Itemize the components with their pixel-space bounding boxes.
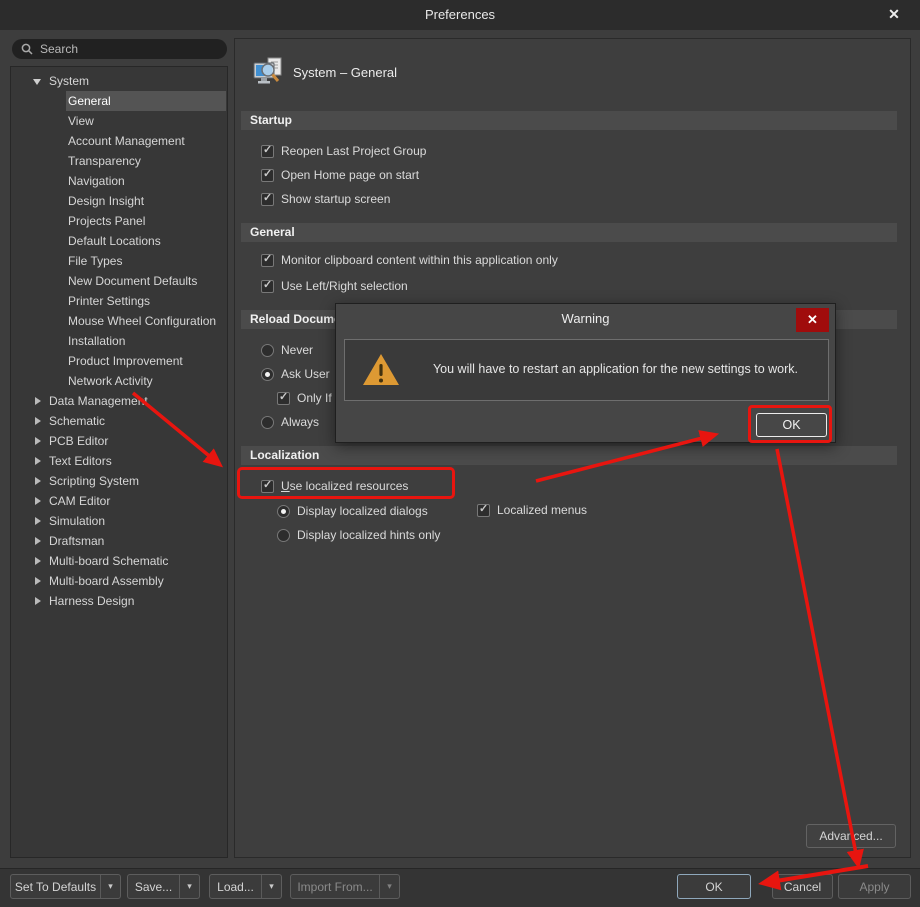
load-button[interactable]: Load... ▾ — [209, 874, 282, 899]
settings-panel: System – General Startup ✓ Reopen Last P… — [234, 38, 911, 858]
collapsed-icon[interactable] — [35, 557, 41, 565]
checkbox-monitor-clipboard[interactable]: ✓ Monitor clipboard content within this … — [261, 252, 558, 268]
checkbox-checked-icon: ✓ — [261, 193, 274, 206]
tree-item-network-activity[interactable]: Network Activity — [11, 371, 227, 391]
checkbox-checked-icon: ✓ — [277, 392, 290, 405]
radio-display-localized-dialogs[interactable]: Display localized dialogs — [277, 503, 428, 519]
system-general-icon — [251, 55, 285, 89]
tree-item-file-types[interactable]: File Types — [11, 251, 227, 271]
checkbox-checked-icon: ✓ — [261, 254, 274, 267]
titlebar: Preferences ✕ — [0, 0, 920, 30]
import-from-button: Import From... ▾ — [290, 874, 400, 899]
tree-item-text-editors[interactable]: Text Editors — [11, 451, 227, 471]
checkbox-open-home-page[interactable]: ✓ Open Home page on start — [261, 167, 419, 183]
tree-item-scripting-system[interactable]: Scripting System — [11, 471, 227, 491]
warning-dialog: Warning ✕ You will have to restart an ap… — [335, 303, 836, 443]
tree-item-view[interactable]: View — [11, 111, 227, 131]
tree-item-data-management[interactable]: Data Management — [11, 391, 227, 411]
tree-item-draftsman[interactable]: Draftsman — [11, 531, 227, 551]
ok-button[interactable]: OK — [677, 874, 751, 899]
tree-item-schematic[interactable]: Schematic — [11, 411, 227, 431]
tree-item-cam-editor[interactable]: CAM Editor — [11, 491, 227, 511]
collapsed-icon[interactable] — [35, 457, 41, 465]
collapsed-icon[interactable] — [35, 437, 41, 445]
collapsed-icon[interactable] — [35, 537, 41, 545]
tree-item-multi-board-schematic[interactable]: Multi-board Schematic — [11, 551, 227, 571]
tree-item-multi-board-assembly[interactable]: Multi-board Assembly — [11, 571, 227, 591]
chevron-down-icon[interactable]: ▾ — [179, 875, 199, 898]
collapsed-icon[interactable] — [35, 397, 41, 405]
warning-message-box: You will have to restart an application … — [344, 339, 829, 401]
radio-never[interactable]: Never — [261, 342, 313, 358]
page-title: System – General — [293, 65, 397, 80]
tree-item-general[interactable]: General — [11, 91, 227, 111]
collapsed-icon[interactable] — [35, 517, 41, 525]
tree-item-simulation[interactable]: Simulation — [11, 511, 227, 531]
checkbox-checked-icon: ✓ — [261, 480, 274, 493]
tree-item-default-locations[interactable]: Default Locations — [11, 231, 227, 251]
apply-button: Apply — [838, 874, 911, 899]
collapsed-icon[interactable] — [35, 497, 41, 505]
tree-item-mouse-wheel-configuration[interactable]: Mouse Wheel Configuration — [11, 311, 227, 331]
tree-item-installation[interactable]: Installation — [11, 331, 227, 351]
collapsed-icon[interactable] — [35, 477, 41, 485]
checkbox-checked-icon: ✓ — [261, 145, 274, 158]
tree-item-navigation[interactable]: Navigation — [11, 171, 227, 191]
radio-display-localized-hints-only[interactable]: Display localized hints only — [277, 527, 440, 543]
tree-item-pcb-editor[interactable]: PCB Editor — [11, 431, 227, 451]
checkbox-checked-icon: ✓ — [261, 280, 274, 293]
section-header-general: General — [241, 223, 897, 242]
checkbox-reopen-last-project-group[interactable]: ✓ Reopen Last Project Group — [261, 143, 426, 159]
tree-item-printer-settings[interactable]: Printer Settings — [11, 291, 227, 311]
tree-item-account-management[interactable]: Account Management — [11, 131, 227, 151]
search-icon — [21, 43, 33, 55]
tree-item-transparency[interactable]: Transparency — [11, 151, 227, 171]
checkbox-only-if-document[interactable]: ✓ Only If D — [277, 390, 344, 406]
section-header-startup: Startup — [241, 111, 897, 130]
tree-item-projects-panel[interactable]: Projects Panel — [11, 211, 227, 231]
radio-on-icon — [277, 505, 290, 518]
radio-off-icon — [261, 344, 274, 357]
checkbox-checked-icon: ✓ — [477, 504, 490, 517]
search-placeholder: Search — [40, 42, 78, 56]
checkbox-use-localized-resources[interactable]: ✓ Use localized resources — [261, 478, 408, 494]
checkbox-checked-icon: ✓ — [261, 169, 274, 182]
warning-close-icon[interactable]: ✕ — [796, 308, 829, 332]
checkbox-localized-menus[interactable]: ✓ Localized menus — [477, 502, 587, 518]
warning-icon — [361, 352, 401, 388]
advanced-button[interactable]: Advanced... — [806, 824, 896, 848]
preferences-tree: System General View Account Management T… — [10, 66, 228, 858]
section-header-localization: Localization — [241, 446, 897, 465]
tree-item-product-improvement[interactable]: Product Improvement — [11, 351, 227, 371]
tree-item-new-document-defaults[interactable]: New Document Defaults — [11, 271, 227, 291]
warning-ok-button[interactable]: OK — [756, 413, 827, 437]
chevron-down-icon[interactable]: ▾ — [261, 875, 281, 898]
chevron-down-icon[interactable]: ▾ — [100, 875, 120, 898]
search-input[interactable]: Search — [12, 39, 227, 59]
tree-item-design-insight[interactable]: Design Insight — [11, 191, 227, 211]
close-icon[interactable]: ✕ — [884, 4, 904, 24]
cancel-button[interactable]: Cancel — [772, 874, 833, 899]
save-button[interactable]: Save... ▾ — [127, 874, 200, 899]
radio-on-icon — [261, 368, 274, 381]
collapsed-icon[interactable] — [35, 577, 41, 585]
radio-ask-user[interactable]: Ask User — [261, 366, 330, 382]
checkbox-show-startup-screen[interactable]: ✓ Show startup screen — [261, 191, 390, 207]
tree-item-system[interactable]: System — [11, 71, 227, 91]
collapsed-icon[interactable] — [35, 597, 41, 605]
checkbox-use-left-right-selection[interactable]: ✓ Use Left/Right selection — [261, 278, 408, 294]
window-title: Preferences — [0, 7, 920, 22]
footer-bar: Set To Defaults ▾ Save... ▾ Load... ▾ Im… — [0, 868, 920, 907]
tree-item-harness-design[interactable]: Harness Design — [11, 591, 227, 611]
radio-off-icon — [277, 529, 290, 542]
expanded-icon[interactable] — [33, 79, 41, 85]
chevron-down-icon: ▾ — [379, 875, 399, 898]
collapsed-icon[interactable] — [35, 417, 41, 425]
warning-dialog-title: Warning — [336, 311, 835, 326]
warning-message: You will have to restart an application … — [413, 362, 818, 376]
radio-off-icon — [261, 416, 274, 429]
radio-always[interactable]: Always — [261, 414, 319, 430]
set-to-defaults-button[interactable]: Set To Defaults ▾ — [10, 874, 121, 899]
